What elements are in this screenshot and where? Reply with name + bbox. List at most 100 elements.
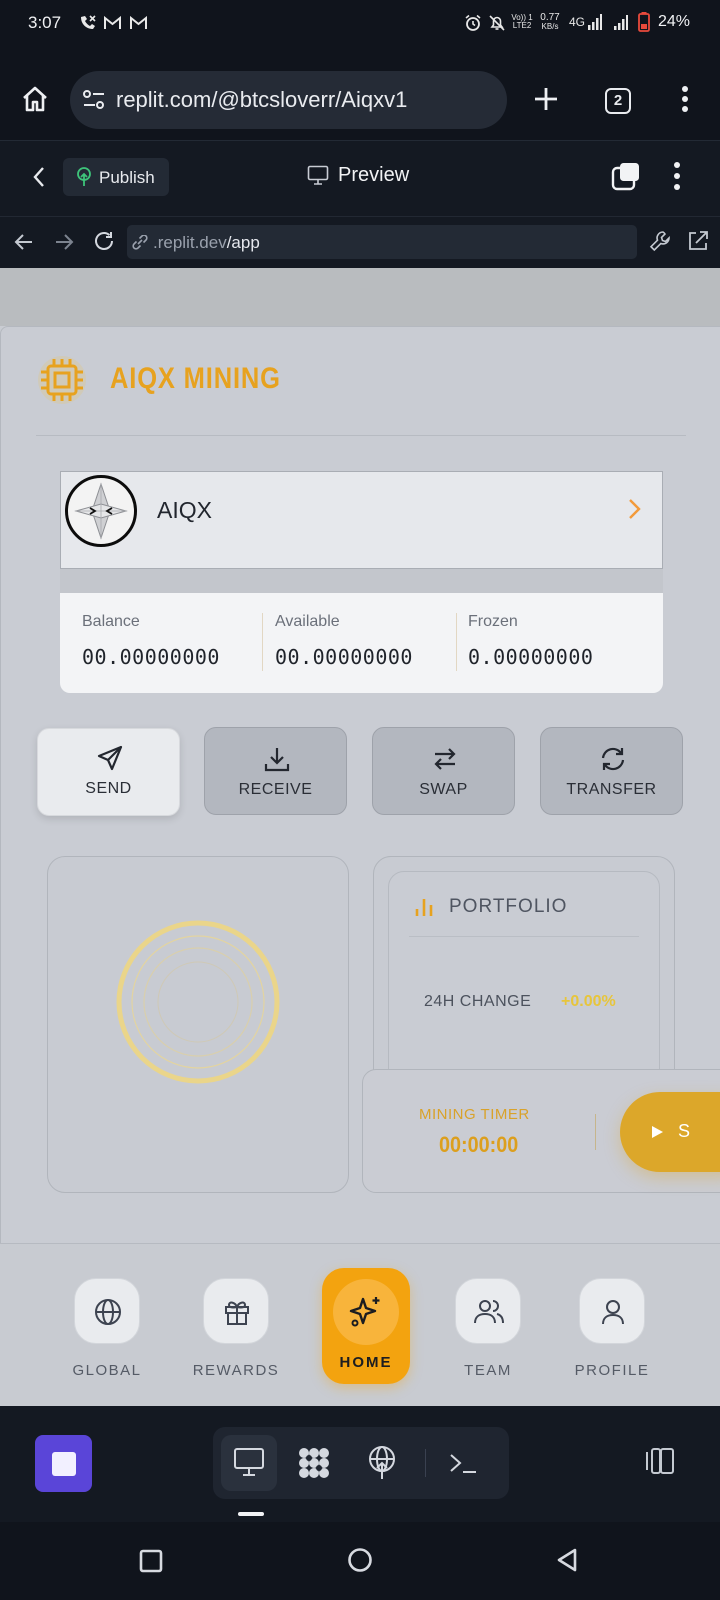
user-icon [598,1297,628,1327]
tool-group [213,1427,509,1499]
app-viewport: AIQX MINING AIQX Balance 00.00000000 Ava… [0,268,720,1406]
volte-indicator: Vo)) 1 LTE2 [510,14,534,30]
stop-button[interactable] [35,1435,92,1492]
terminal-icon[interactable] [448,1451,478,1475]
change-value: +0.00% [561,993,616,1010]
agent-icon[interactable] [296,1445,332,1481]
preview-toolbar: .replit.dev/app [0,216,720,268]
wifi-call-icon [78,14,98,32]
asset-name: AIQX [157,497,212,523]
deploy-globe-icon[interactable] [366,1445,398,1481]
gift-icon [222,1297,252,1327]
mute-icon [488,14,506,32]
nav-team-button[interactable] [455,1278,521,1344]
asset-logo [65,475,137,547]
start-label: S [678,1121,691,1141]
send-label: SEND [85,780,132,797]
open-external-icon[interactable] [687,230,709,252]
tab-switcher-button[interactable]: 2 [605,88,631,114]
preview-url-host: .replit.dev [153,233,227,252]
arrow-right-icon[interactable] [54,233,74,251]
nav-global-button[interactable] [74,1278,140,1344]
asset-card-strip [60,569,663,593]
publish-label: Publish [99,168,155,187]
swap-label: SWAP [419,781,468,798]
send-button[interactable]: SEND [37,728,180,816]
browser-menu-icon[interactable] [681,86,689,112]
frozen-value: 0.00000000 [468,645,594,669]
available-column: Available 00.00000000 [275,613,465,669]
gmail-icon [104,16,121,30]
url-text[interactable]: replit.com/@btcsloverr/Aiqxv1 [116,87,407,113]
status-bar: 3:07 Vo)) 1 LTE2 0.77 KB/s 4G 24% [0,0,720,46]
frozen-column: Frozen 0.00000000 [468,613,658,669]
publish-button[interactable]: Publish [63,158,169,196]
new-tab-icon[interactable] [533,86,559,112]
address-bar[interactable]: replit.com/@btcsloverr/Aiqxv1 [70,71,507,129]
transfer-button[interactable]: TRANSFER [540,727,683,815]
receive-label: RECEIVE [238,781,313,798]
replit-header: Publish Preview [0,140,720,216]
site-settings-icon[interactable] [82,89,106,111]
balance-column: Balance 00.00000000 [82,613,272,669]
recents-square-icon[interactable] [139,1549,163,1573]
alarm-icon [464,14,482,32]
portfolio-title: PORTFOLIO [449,896,568,917]
nav-home[interactable]: HOME [322,1268,410,1384]
brand-title: AIQX MINING [110,362,281,395]
transfer-label: TRANSFER [566,781,657,798]
nav-profile-label: PROFILE [574,1362,650,1379]
nav-home-button[interactable] [333,1279,399,1345]
users-icon [473,1297,505,1327]
nav-global-label: GLOBAL [72,1362,142,1379]
battery-percent: 24% [657,13,690,30]
divider [456,613,457,671]
monitor-icon[interactable] [233,1447,265,1477]
back-triangle-icon[interactable] [555,1548,579,1572]
app-top-band [0,268,720,326]
active-tool-indicator [238,1512,264,1516]
replit-menu-icon[interactable] [673,162,681,190]
cpu-chip-icon [36,354,88,406]
preview-url-text[interactable]: .replit.dev/app [153,233,260,253]
preview-url-field[interactable]: .replit.dev/app [127,225,637,259]
speed-unit: KB/s [541,22,559,31]
asset-selector[interactable]: AIQX [60,471,663,569]
publish-icon [75,167,93,187]
timer-value: 00:00:00 [439,1132,519,1157]
divider [595,1114,596,1150]
divider [425,1449,426,1477]
timer-label: MINING TIMER [419,1106,530,1123]
nav-rewards-button[interactable] [203,1278,269,1344]
arrow-left-icon[interactable] [14,233,34,251]
android-nav-bar [0,1522,720,1600]
monitor-icon [307,165,329,185]
divider [36,435,686,436]
nav-rewards-label: REWARDS [192,1362,280,1379]
layout-toggle-icon[interactable] [641,1446,675,1476]
home-circle-icon[interactable] [347,1547,373,1573]
refresh-cycle-icon [599,745,627,773]
receive-button[interactable]: RECEIVE [204,727,347,815]
swap-button[interactable]: SWAP [372,727,515,815]
back-chevron-icon[interactable] [32,165,46,189]
app-bottom-nav: GLOBAL REWARDS HOME TEAM PROFILE [0,1243,720,1406]
home-icon[interactable] [20,84,50,114]
status-time: 3:07 [28,13,62,32]
replit-bottom-toolbar [0,1406,720,1522]
bar-chart-icon [413,896,435,918]
stop-icon [52,1452,76,1476]
refresh-icon[interactable] [93,230,115,252]
balance-label: Balance [82,613,140,630]
divider [409,936,639,937]
network-speed: 0.77 KB/s [537,13,563,31]
swap-arrows-icon [431,745,459,773]
wrench-icon[interactable] [649,230,671,252]
lte-text: LTE2 [512,21,532,30]
start-mining-button[interactable]: S [620,1092,720,1172]
chevron-right-icon [626,497,642,521]
link-icon [131,235,149,251]
new-window-icon[interactable] [611,161,641,191]
send-icon [96,744,124,772]
nav-profile-button[interactable] [579,1278,645,1344]
